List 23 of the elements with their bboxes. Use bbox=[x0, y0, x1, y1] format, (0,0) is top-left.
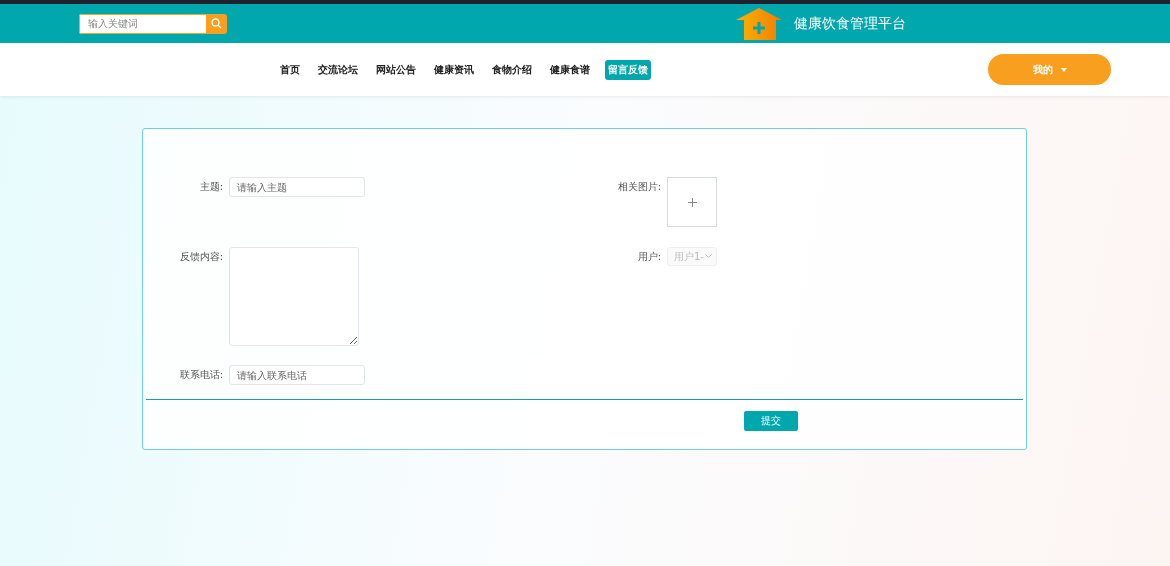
nav-link[interactable]: 食物介绍 bbox=[489, 59, 535, 80]
nav-link[interactable]: 交流论坛 bbox=[315, 59, 361, 80]
field-label: 用户: bbox=[636, 250, 662, 264]
field-label: 相关图片: bbox=[616, 180, 662, 194]
field-label: 主题: bbox=[198, 180, 224, 194]
search-button[interactable] bbox=[206, 13, 227, 34]
house-plus-logo bbox=[736, 7, 782, 40]
nav-link[interactable]: 网站公告 bbox=[373, 59, 419, 80]
caret-icon bbox=[1060, 67, 1067, 72]
text-field[interactable]: 请输入主题 bbox=[229, 177, 365, 197]
nav-link[interactable]: 健康资讯 bbox=[431, 59, 477, 80]
plus-icon bbox=[687, 197, 697, 207]
field-label: 反馈内容: bbox=[178, 250, 224, 264]
site-title: 健康饮食管理平台 bbox=[794, 14, 906, 33]
search-icon bbox=[211, 18, 222, 29]
search-field[interactable]: 输入关键词 bbox=[79, 13, 206, 34]
nav-link[interactable]: 首页 bbox=[277, 59, 303, 80]
nav-link[interactable]: 健康食谱 bbox=[547, 59, 593, 80]
chevron-down-icon bbox=[705, 254, 712, 259]
field-label: 联系电话: bbox=[178, 368, 224, 382]
image-upload-button[interactable] bbox=[667, 177, 717, 227]
text-field[interactable]: 请输入联系电话 bbox=[229, 365, 365, 385]
feedback-textarea[interactable] bbox=[229, 247, 359, 346]
